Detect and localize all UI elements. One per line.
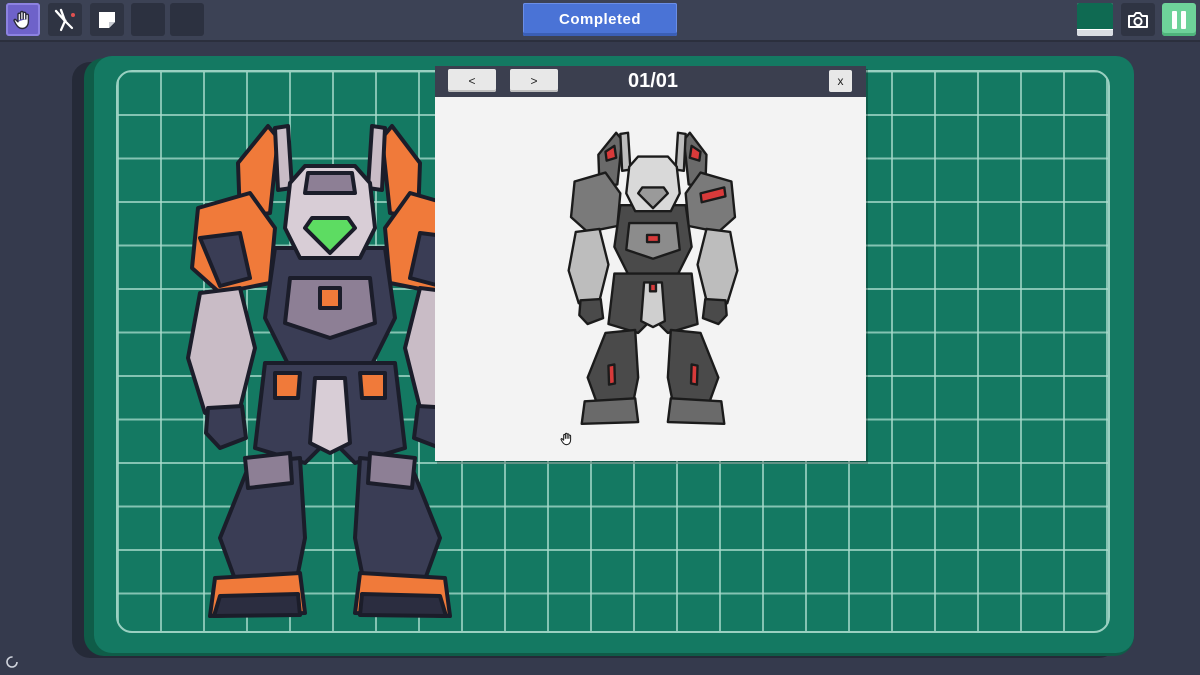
screenshot-button[interactable]: [1121, 3, 1155, 36]
completed-status-button[interactable]: Completed: [523, 3, 677, 36]
right-antenna: [366, 124, 387, 192]
left-antenna: [273, 124, 294, 192]
close-reference-button[interactable]: x: [829, 70, 852, 92]
top-toolbar: Completed: [0, 0, 1200, 40]
reference-panel: < > 01/01 x: [435, 66, 866, 461]
pause-icon: [1172, 10, 1186, 29]
next-page-button[interactable]: >: [510, 69, 558, 92]
left-hand: [204, 404, 248, 450]
nippers-icon: [54, 8, 75, 31]
pause-button[interactable]: [1162, 3, 1196, 36]
page-indicator: 01/01: [627, 70, 679, 92]
loading-spinner-icon: [6, 656, 18, 668]
prev-page-button[interactable]: <: [448, 69, 496, 92]
empty-tool-slot: [170, 3, 204, 36]
hand-tool-button[interactable]: [6, 3, 40, 36]
reference-mech-image: [567, 131, 739, 426]
color-swatch[interactable]: [1077, 3, 1113, 36]
hand-cursor-icon: [560, 432, 572, 446]
empty-tool-slot: [131, 3, 165, 36]
reference-header: < > 01/01 x: [435, 66, 866, 97]
swatch-fill: [1077, 3, 1113, 29]
camera-icon: [1128, 11, 1148, 28]
hand-icon: [13, 10, 30, 29]
cutter-tool-button[interactable]: [48, 3, 82, 36]
left-arm: [186, 286, 257, 415]
sticker-tool-button[interactable]: [90, 3, 124, 36]
sticker-icon: [99, 11, 115, 28]
swatch-strip: [1077, 30, 1113, 36]
